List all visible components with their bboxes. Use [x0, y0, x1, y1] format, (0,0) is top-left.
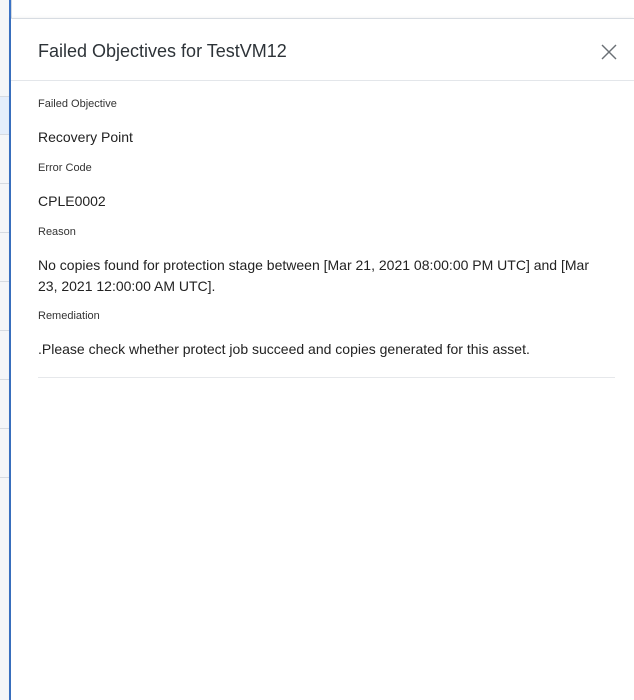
reason-value: No copies found for protection stage bet… — [38, 257, 589, 294]
dialog-title: Failed Objectives for TestVM12 — [38, 41, 287, 61]
failed-objectives-dialog: Failed Objectives for TestVM12 Failed Ob… — [11, 18, 634, 700]
remediation-label: Remediation — [38, 310, 100, 322]
dialog-body: Failed Objective Recovery Point Error Co… — [11, 81, 634, 378]
dialog-header: Failed Objectives for TestVM12 — [11, 19, 634, 81]
close-button[interactable] — [600, 43, 618, 61]
reason-label: Reason — [38, 226, 76, 238]
error-code-value: CPLE0002 — [38, 193, 106, 209]
failed-objective-label: Failed Objective — [38, 98, 117, 110]
error-code-label: Error Code — [38, 162, 92, 174]
close-icon — [601, 44, 617, 60]
failed-objective-value: Recovery Point — [38, 129, 133, 145]
remediation-value: .Please check whether protect job succee… — [38, 341, 530, 357]
content-divider — [38, 377, 615, 378]
